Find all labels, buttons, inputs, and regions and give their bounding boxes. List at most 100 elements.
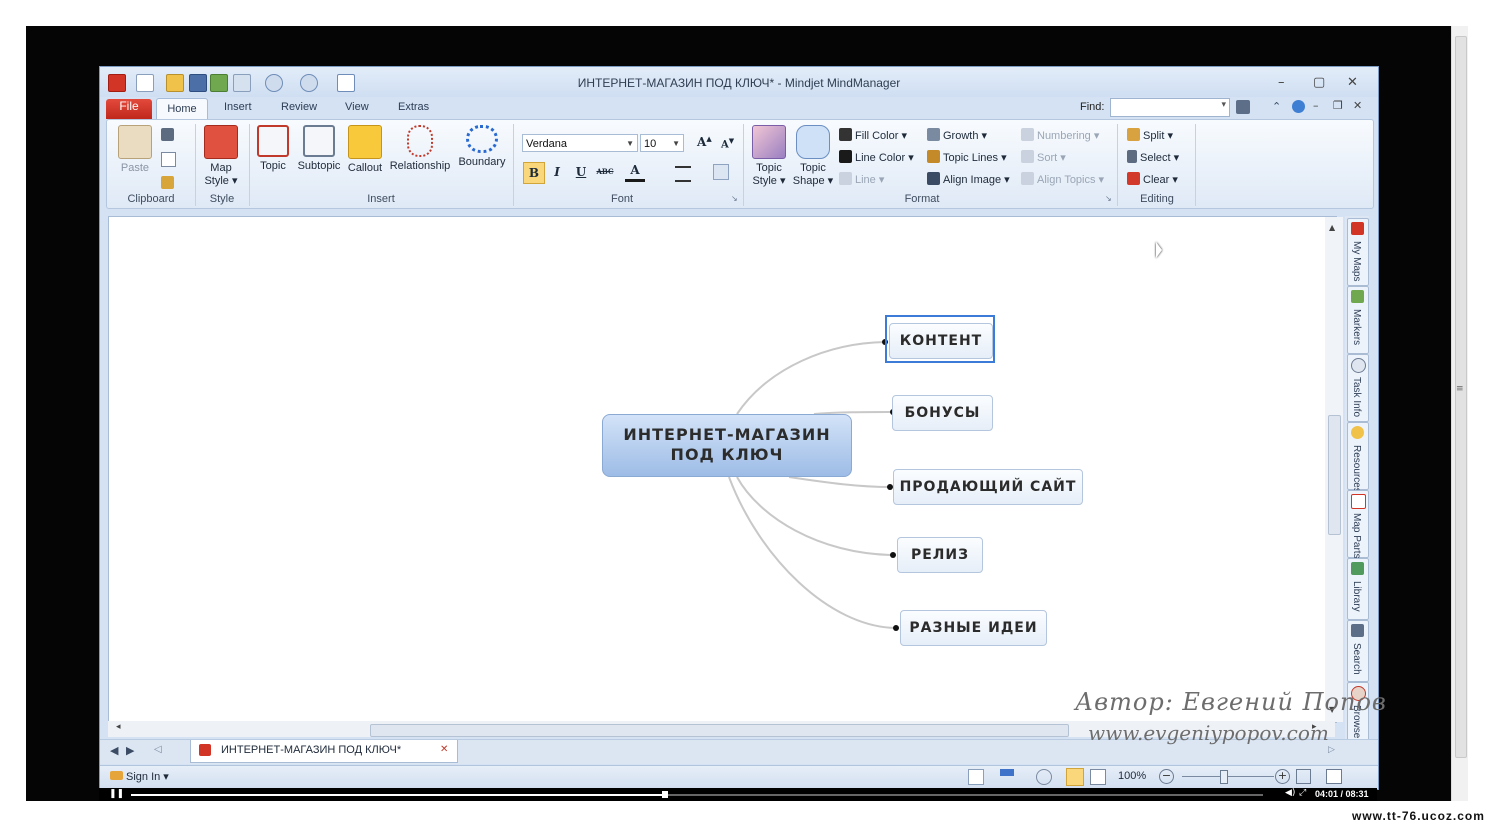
zoom-slider-thumb[interactable]: [1220, 770, 1228, 784]
find-input[interactable]: [1110, 98, 1230, 117]
pane-resources[interactable]: Resources: [1347, 422, 1369, 493]
underline-button[interactable]: U: [571, 162, 591, 182]
topic-content[interactable]: КОНТЕНТ: [889, 323, 993, 359]
cursor-icon: [1127, 150, 1137, 163]
document-tab[interactable]: ИНТЕРНЕТ-МАГАЗИН ПОД КЛЮЧ* ✕: [190, 740, 458, 763]
topic-selling-site[interactable]: ПРОДАЮЩИЙ САЙТ: [893, 469, 1083, 505]
map-style-button[interactable]: Map Style ▾: [201, 125, 241, 187]
outer-scroll-thumb[interactable]: [1455, 36, 1467, 758]
pane-library[interactable]: Library: [1347, 558, 1369, 620]
fit-map-icon[interactable]: [1296, 769, 1311, 784]
topic-bonuses[interactable]: БОНУСЫ: [892, 395, 993, 431]
italic-button[interactable]: I: [547, 162, 567, 182]
tab-home[interactable]: Home: [156, 98, 208, 120]
format-painter-icon[interactable]: [161, 176, 174, 189]
central-topic[interactable]: ИНТЕРНЕТ-МАГАЗИН ПОД КЛЮЧ: [602, 414, 852, 477]
align-topics-button[interactable]: Align Topics ▾: [1021, 172, 1104, 186]
tab-review[interactable]: Review: [281, 101, 317, 113]
sign-in-button[interactable]: Sign In ▾: [110, 770, 169, 783]
help-circle-icon[interactable]: [1292, 100, 1305, 113]
pane-markers[interactable]: Markers: [1347, 286, 1369, 354]
shrink-font-button[interactable]: A▼: [721, 136, 734, 150]
line-button[interactable]: Line ▾: [839, 172, 884, 186]
pause-icon[interactable]: ❚❚: [109, 789, 124, 799]
cut-icon[interactable]: [161, 128, 174, 141]
boundary-button[interactable]: Boundary: [455, 125, 509, 168]
line-color-button[interactable]: Line Color ▾: [839, 150, 914, 164]
vertical-scrollbar[interactable]: ▲ ▼: [1325, 217, 1343, 722]
align-icon[interactable]: [675, 166, 691, 182]
topic-various-ideas[interactable]: РАЗНЫЕ ИДЕИ: [900, 610, 1047, 646]
doc-close-button[interactable]: ✕: [1353, 99, 1362, 112]
font-dialog-launcher-icon[interactable]: ↘: [731, 194, 738, 203]
doc-minimize-button[interactable]: –: [1313, 99, 1319, 112]
map-canvas[interactable]: ИНТЕРНЕТ-МАГАЗИН ПОД КЛЮЧ КОНТЕНТ БОНУСЫ…: [108, 216, 1337, 723]
topic-button[interactable]: Topic: [253, 125, 293, 172]
select-button[interactable]: Select ▾: [1127, 150, 1179, 164]
doc-restore-button[interactable]: ❐: [1333, 99, 1343, 112]
pane-task-info[interactable]: Task Info: [1347, 354, 1369, 422]
horizontal-scroll-thumb[interactable]: [370, 724, 1069, 737]
close-button[interactable]: ✕: [1347, 75, 1358, 90]
scroll-left-icon[interactable]: ◂: [116, 722, 121, 732]
prev-map-icon[interactable]: ◀: [110, 744, 118, 757]
layout-icon[interactable]: [1326, 769, 1342, 784]
pane-search[interactable]: Search: [1347, 620, 1369, 682]
vertical-scroll-thumb[interactable]: [1328, 415, 1341, 535]
copy-icon[interactable]: [161, 152, 176, 167]
tab-file[interactable]: File: [106, 99, 152, 119]
callout-button[interactable]: Callout: [345, 125, 385, 174]
gear-icon[interactable]: [1036, 769, 1052, 785]
tab-view[interactable]: View: [345, 101, 369, 113]
font-size-select[interactable]: 10 ▼: [640, 134, 684, 152]
grow-font-button[interactable]: A▲: [697, 134, 712, 149]
bold-button[interactable]: B: [523, 162, 545, 184]
volume-icon[interactable]: ◀): [1285, 788, 1295, 798]
maximize-button[interactable]: ▢: [1313, 75, 1325, 90]
editing-group-label: Editing: [1140, 193, 1174, 205]
split-button[interactable]: Split ▾: [1127, 128, 1173, 142]
fullscreen-icon[interactable]: ⤢: [1299, 788, 1306, 798]
topic-release[interactable]: РЕЛИЗ: [897, 537, 983, 573]
zoom-in-button[interactable]: +: [1275, 769, 1290, 784]
find-label: Find:: [1080, 101, 1105, 113]
font-family-select[interactable]: Verdana ▼: [522, 134, 638, 152]
pane-my-maps[interactable]: My Maps: [1347, 218, 1369, 286]
tab-insert[interactable]: Insert: [224, 101, 252, 113]
document-tab-close-button[interactable]: ✕: [440, 744, 448, 755]
outline-view-icon[interactable]: [1090, 769, 1106, 785]
strikethrough-button[interactable]: ABC: [595, 162, 615, 182]
scroll-tabs-left-icon[interactable]: ◁: [154, 744, 162, 755]
map-index-icon[interactable]: [968, 769, 984, 785]
minimize-button[interactable]: –: [1278, 75, 1285, 90]
topic-style-button[interactable]: Topic Style ▾: [749, 125, 789, 187]
align-image-button[interactable]: Align Image ▾: [927, 172, 1010, 186]
subtopic-button[interactable]: Subtopic: [295, 125, 343, 172]
zoom-slider-track[interactable]: [1182, 776, 1274, 777]
clear-button[interactable]: Clear ▾: [1127, 172, 1178, 186]
tab-extras[interactable]: Extras: [398, 101, 429, 113]
numbering-button[interactable]: Numbering ▾: [1021, 128, 1099, 142]
scroll-tabs-right-icon[interactable]: ▷: [1328, 745, 1335, 755]
paste-button[interactable]: Paste: [115, 125, 155, 174]
growth-button[interactable]: Growth ▾: [927, 128, 987, 142]
scroll-up-icon[interactable]: ▲: [1329, 223, 1335, 232]
next-map-icon[interactable]: ▶: [126, 744, 134, 757]
text-format-icon[interactable]: [713, 164, 729, 180]
font-color-button[interactable]: A: [625, 162, 645, 182]
fill-color-button[interactable]: Fill Color ▾: [839, 128, 907, 142]
video-progress-handle[interactable]: [662, 791, 668, 798]
map-view-icon[interactable]: [1066, 768, 1084, 786]
topic-shape-icon: [796, 125, 830, 159]
collapse-ribbon-icon[interactable]: ⌃: [1272, 100, 1281, 113]
relationship-button[interactable]: Relationship: [387, 125, 453, 172]
zoom-out-button[interactable]: −: [1159, 769, 1174, 784]
filter-icon[interactable]: [1000, 769, 1014, 789]
sort-button[interactable]: Sort ▾: [1021, 150, 1066, 164]
binoculars-icon[interactable]: [1236, 100, 1250, 114]
topic-shape-button[interactable]: Topic Shape ▾: [791, 125, 835, 187]
topic-lines-button[interactable]: Topic Lines ▾: [927, 150, 1007, 164]
outer-scrollbar[interactable]: ≡: [1451, 26, 1468, 801]
pane-map-parts[interactable]: Map Parts: [1347, 490, 1369, 559]
format-dialog-launcher-icon[interactable]: ↘: [1105, 194, 1112, 203]
